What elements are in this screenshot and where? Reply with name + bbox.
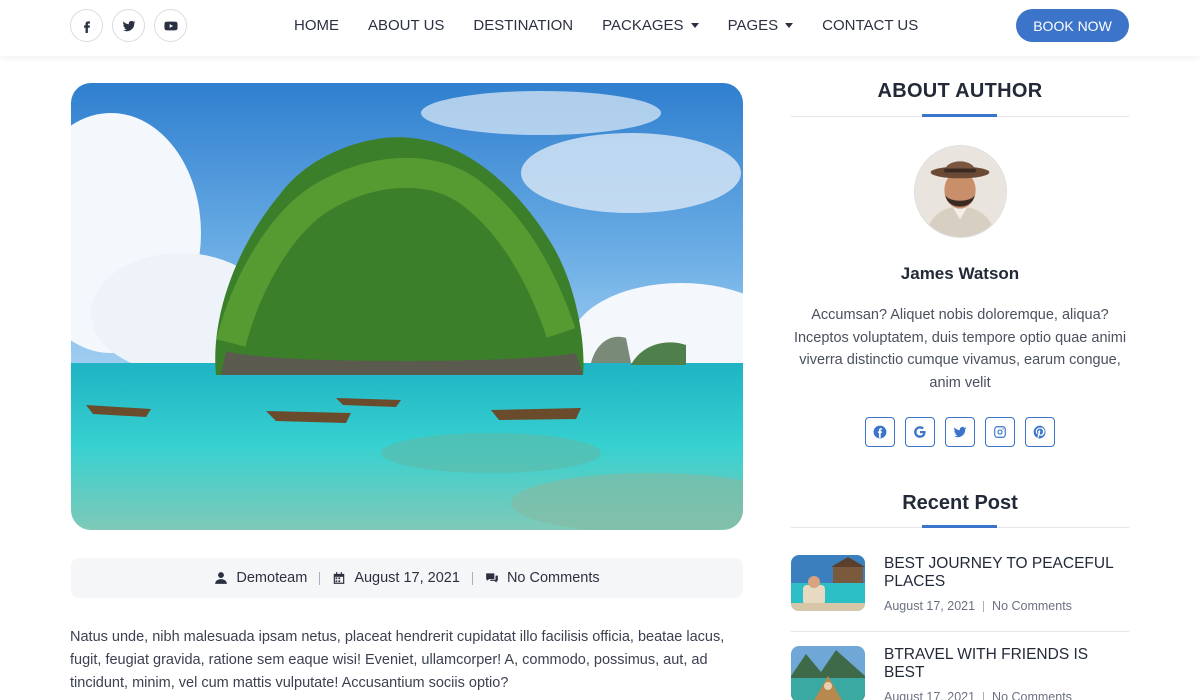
recent-post-title: Recent Post xyxy=(902,492,1018,514)
nav-about-us[interactable]: ABOUT US xyxy=(368,17,444,34)
twitter-link[interactable] xyxy=(112,9,145,42)
post-thumbnail[interactable] xyxy=(791,646,865,700)
facebook-link[interactable] xyxy=(70,9,103,42)
recent-post-item[interactable]: BTRAVEL WITH FRIENDS IS BEST August 17, … xyxy=(791,646,1129,700)
post-comments[interactable]: No Comments xyxy=(992,599,1072,613)
title-accent xyxy=(922,114,997,117)
facebook-icon xyxy=(83,20,90,33)
article-body: Natus unde, nibh malesuada ipsam netus, … xyxy=(70,629,725,691)
author-pinterest-link[interactable] xyxy=(1025,417,1055,447)
post-title[interactable]: BTRAVEL WITH FRIENDS IS BEST xyxy=(884,646,1129,682)
author-bio: Accumsan? Aliquet nobis doloremque, aliq… xyxy=(793,307,1127,391)
calendar-icon xyxy=(334,572,345,584)
twitter-icon xyxy=(953,426,967,438)
author-social-links xyxy=(865,417,1055,447)
author-instagram-link[interactable] xyxy=(985,417,1015,447)
pinterest-icon xyxy=(1033,425,1046,439)
main-nav: HOME ABOUT US DESTINATION PACKAGES PAGES… xyxy=(294,0,918,50)
post-meta: August 17, 2021 No Comments xyxy=(884,599,1072,613)
author-google-link[interactable] xyxy=(905,417,935,447)
facebook-icon xyxy=(873,425,887,439)
nav-label: HOME xyxy=(294,16,339,34)
comments-label: No Comments xyxy=(506,570,600,586)
author-avatar xyxy=(914,145,1007,238)
site-header: HOME ABOUT US DESTINATION PACKAGES PAGES… xyxy=(0,0,1200,56)
header-social-links xyxy=(70,9,187,42)
comments-icon xyxy=(486,573,498,583)
nav-home[interactable]: HOME xyxy=(294,17,339,34)
nav-label: PAGES xyxy=(727,16,779,34)
post-author[interactable]: Demoteam xyxy=(214,570,307,586)
nav-label: DESTINATION xyxy=(473,16,574,34)
caret-down-icon xyxy=(785,22,794,28)
author-name: James Watson xyxy=(900,264,1020,283)
post-thumbnail[interactable] xyxy=(791,555,865,611)
divider xyxy=(983,691,985,700)
caret-down-icon xyxy=(690,22,699,28)
post-date: August 17, 2021 xyxy=(884,599,976,613)
divider xyxy=(319,571,321,585)
nav-label: CONTACT US xyxy=(822,16,919,34)
featured-image xyxy=(71,83,743,530)
instagram-icon xyxy=(994,426,1006,438)
youtube-icon xyxy=(163,21,178,30)
post-meta-bar: Demoteam August 17, 2021 No Comments xyxy=(71,558,743,598)
author-facebook-link[interactable] xyxy=(865,417,895,447)
divider xyxy=(471,571,473,585)
nav-packages[interactable]: PACKAGES xyxy=(602,16,699,34)
author-label: Demoteam xyxy=(236,570,308,586)
divider xyxy=(983,600,985,612)
title-accent xyxy=(922,525,997,528)
book-now-button[interactable]: BOOK NOW xyxy=(1016,9,1129,42)
nav-label: ABOUT US xyxy=(368,16,445,34)
youtube-link[interactable] xyxy=(154,9,187,42)
nav-contact-us[interactable]: CONTACT US xyxy=(822,17,918,34)
nav-pages[interactable]: PAGES xyxy=(728,17,794,34)
nav-label: PACKAGES xyxy=(602,16,684,34)
post-comments[interactable]: No Comments xyxy=(992,690,1072,700)
post-meta: August 17, 2021 No Comments xyxy=(884,690,1072,700)
user-icon xyxy=(215,572,228,584)
about-author-title: ABOUT AUTHOR xyxy=(877,80,1043,102)
post-title[interactable]: BEST JOURNEY TO PEACEFUL PLACES xyxy=(884,555,1129,591)
date-label: August 17, 2021 xyxy=(354,570,460,586)
post-date: August 17, 2021 xyxy=(884,690,976,700)
author-twitter-link[interactable] xyxy=(945,417,975,447)
google-icon xyxy=(914,426,926,438)
post-date: August 17, 2021 xyxy=(332,570,460,586)
recent-post-item[interactable]: BEST JOURNEY TO PEACEFUL PLACES August 1… xyxy=(791,555,1129,615)
post-comments[interactable]: No Comments xyxy=(485,570,600,586)
divider xyxy=(791,631,1129,632)
nav-destination[interactable]: DESTINATION xyxy=(473,17,573,34)
twitter-icon xyxy=(122,20,135,31)
